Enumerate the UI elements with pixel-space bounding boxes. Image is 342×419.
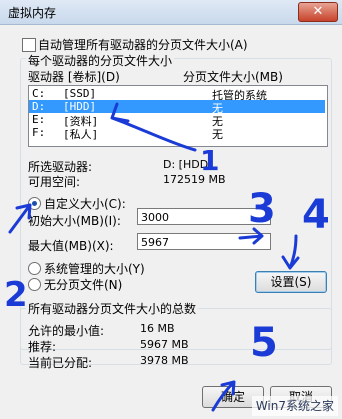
set-button[interactable]: 设置(S) [255,271,327,293]
totals-group-title: 所有驱动器分页文件大小的总数 [26,300,199,317]
allocated-label: 当前已分配: [28,356,93,370]
auto-manage-checkbox[interactable] [22,38,36,52]
drive-letter: E: [32,113,46,126]
free-space-label: 可用空间: [28,175,81,189]
per-drive-group-title: 每个驱动器的分页文件大小 [26,52,175,69]
allocated-value: 3978 MB [140,354,189,367]
drive-letter: C: [32,87,46,100]
drive-size: 无 [212,128,223,141]
drive-row[interactable]: C: [SSD] 托管的系统 [29,87,325,102]
no-paging-file-radio[interactable] [28,278,41,291]
initial-size-label: 初始大小(MB)(I): [28,214,121,228]
no-paging-file-label: 无分页文件(N) [44,278,123,292]
min-size-label: 允许的最小值: [28,324,105,338]
close-button[interactable]: ✕ [298,2,338,22]
size-column-header: 分页文件大小(MB) [183,70,283,84]
selected-drive-value: D: [HDD] [163,158,213,171]
drive-letter: D: [32,100,46,113]
min-size-value: 16 MB [140,322,175,335]
free-space-value: 172519 MB [163,173,226,186]
watermark: Win7系统之家 [251,396,338,416]
title-bar: 虚拟内存 ✕ [0,0,342,25]
recommended-value: 5967 MB [140,338,189,351]
initial-size-input[interactable]: 3000 [137,208,271,225]
drive-letter: F: [32,126,46,139]
drive-row[interactable]: E: [资料] 无 [29,113,325,128]
drive-label: [私人] [63,128,99,141]
drive-list[interactable]: C: [SSD] 托管的系统 D: [HDD] 无 E: [资料] 无 F: [… [28,85,328,147]
system-managed-radio[interactable] [28,262,41,275]
drive-label: [HDD] [63,100,97,113]
max-size-input[interactable]: 5967 [137,233,271,250]
custom-size-label: 自定义大小(C): [44,197,126,211]
close-icon: ✕ [312,4,324,19]
system-managed-label: 系统管理的大小(Y) [44,262,145,276]
window-title: 虚拟内存 [8,6,57,20]
auto-manage-label: 自动管理所有驱动器的分页文件大小(A) [38,38,248,52]
drive-column-header: 驱动器 [卷标](D) [28,70,120,84]
recommended-label: 推荐: [28,340,57,354]
drive-label: [SSD] [63,87,97,100]
custom-size-radio[interactable] [28,197,41,210]
drive-row-selected[interactable]: D: [HDD] 无 [29,100,325,115]
max-size-label: 最大值(MB)(X): [28,239,114,253]
drive-row[interactable]: F: [私人] 无 [29,126,325,141]
